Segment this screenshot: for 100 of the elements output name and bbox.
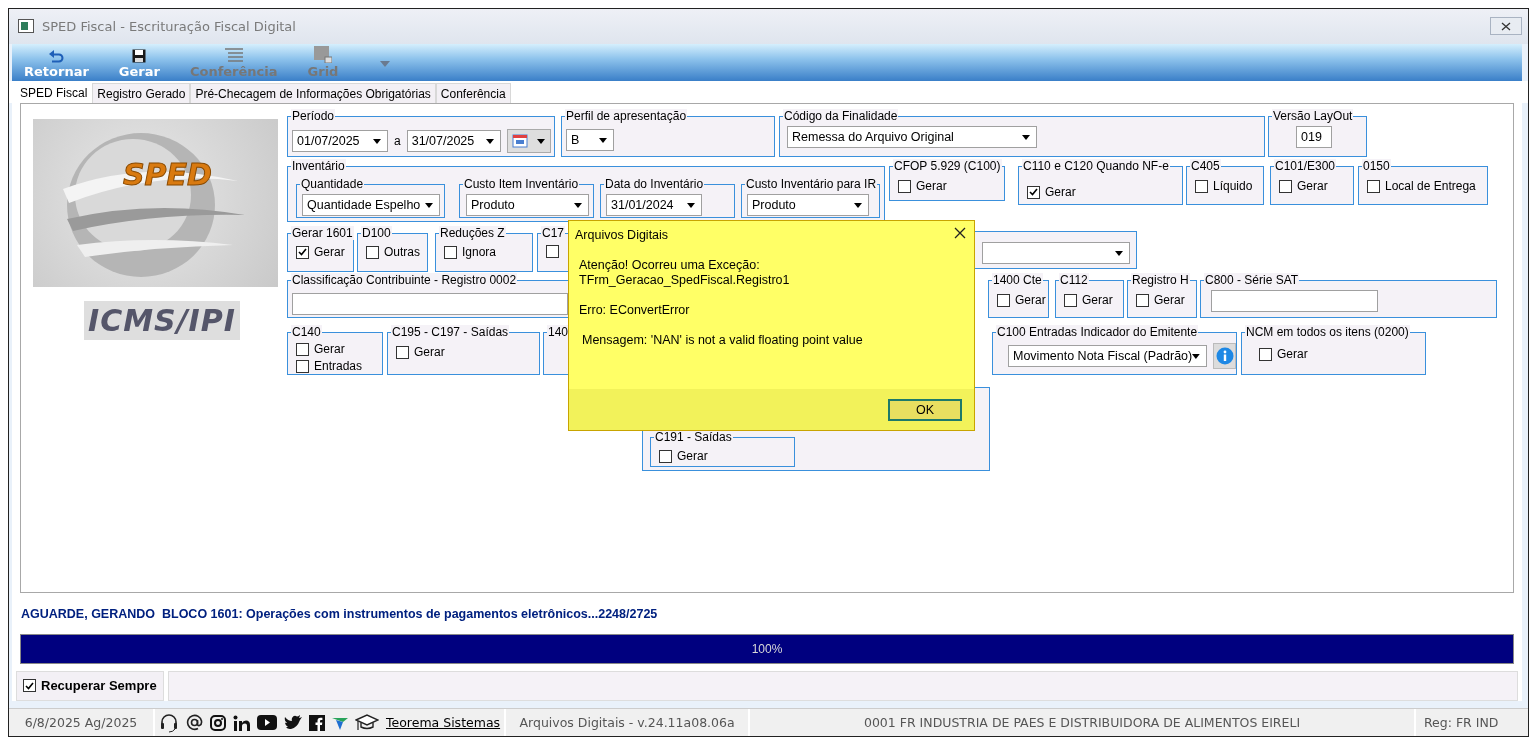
group-label: Registro H (1131, 273, 1190, 288)
caret-icon (1115, 250, 1123, 256)
checkbox-label[interactable]: Gerar (1082, 293, 1113, 308)
at-sign-icon[interactable] (186, 714, 203, 732)
checkbox-label[interactable]: Gerar (916, 179, 947, 194)
dropdown[interactable]: 31/01/2024 (606, 194, 702, 217)
caret-icon (537, 138, 546, 144)
checkbox[interactable] (1136, 293, 1149, 307)
graduation-cap-icon[interactable] (355, 712, 379, 733)
checkbox[interactable] (1027, 185, 1040, 199)
logo-caption: ICMS/IPI (84, 301, 240, 341)
camera-icon[interactable] (210, 714, 226, 731)
dropdown[interactable]: Quantidade Espelho (302, 194, 440, 217)
checkbox-label[interactable]: Gerar (677, 449, 708, 464)
bird-icon[interactable] (284, 715, 302, 731)
group-label: Classificação Contribuinte - Registro 0002 (291, 273, 518, 288)
checkbox[interactable] (1064, 293, 1077, 307)
social-icon[interactable] (309, 714, 325, 731)
group-label: Código da Finalidade (783, 109, 899, 124)
group-label: CFOP 5.929 (C100) (893, 159, 1002, 174)
checkbox[interactable] (296, 359, 309, 373)
logo-drawing: SPED (33, 119, 278, 288)
checkbox[interactable] (296, 342, 309, 356)
checkbox-label[interactable]: Gerar (1015, 293, 1046, 308)
progress-reading: 100% (751, 642, 783, 657)
list-icon (223, 47, 244, 64)
checkbox[interactable] (659, 449, 672, 463)
group-label: Gerar 1601 (291, 226, 354, 241)
app-version: Arquivos Digitais - v.24.11a08.06a (519, 715, 735, 731)
play-icon[interactable] (257, 715, 277, 731)
close-icon (1501, 21, 1511, 31)
window-title: SPED Fiscal - Escrituração Fiscal Digital (42, 18, 296, 34)
region-text: Reg: FR IND (1424, 715, 1499, 731)
checkbox[interactable] (396, 345, 409, 359)
caret-icon (485, 138, 494, 144)
checkbox-label[interactable]: Gerar (1277, 347, 1308, 362)
checkbox-label[interactable]: Local de Entrega (1385, 179, 1476, 194)
checkbox-label[interactable]: Gerar (414, 345, 445, 360)
checkbox-label[interactable]: Gerar (314, 342, 345, 357)
triangle-logo-icon[interactable] (332, 715, 348, 730)
dialog-message: Mensagem: 'NAN' is not a valid floating point value (581, 333, 864, 348)
dialog-message: Atenção! Ocorreu uma Exceção: (579, 258, 761, 273)
checkbox-label[interactable]: Gerar (1297, 179, 1328, 194)
undo-icon (48, 49, 65, 64)
tab[interactable]: Pré-Checagem de Informações Obrigatórias (190, 83, 436, 104)
checkbox-label[interactable]: Líquido (1213, 179, 1253, 194)
caret-icon (1192, 353, 1200, 359)
group-label: Reduções Z (439, 226, 506, 241)
checkbox-label[interactable]: Entradas (314, 359, 363, 374)
dropdown[interactable]: Produto (747, 194, 869, 217)
ok-button[interactable]: OK (888, 398, 962, 421)
checkbox[interactable] (546, 245, 559, 259)
label-text: a (394, 134, 401, 149)
caret-icon (574, 202, 582, 208)
dialog-title: Arquivos Digitais (575, 227, 669, 242)
text-field[interactable] (292, 293, 568, 316)
checkbox[interactable] (1259, 347, 1272, 361)
checkbox[interactable] (444, 245, 457, 259)
network-icon[interactable] (233, 714, 250, 731)
info-icon (1215, 347, 1234, 366)
text-field[interactable]: 019 (1296, 126, 1332, 149)
date-picker[interactable]: 01/07/2025 (292, 130, 388, 153)
checkbox-label[interactable]: Gerar (314, 245, 345, 260)
close-button[interactable] (1490, 17, 1522, 36)
company-name: 0001 FR INDUSTRIA DE PAES E DISTRIBUIDORA DE ALIMENTOS EIRELI (863, 715, 1301, 731)
caret-icon (1022, 134, 1030, 140)
dialog-message: Erro: EConvertError (579, 303, 691, 318)
date-picker[interactable]: 31/07/2025 (406, 130, 501, 153)
checkbox-label[interactable]: Ignora (462, 245, 497, 260)
dropdown[interactable]: B (566, 129, 614, 152)
group-label: Quantidade (300, 177, 365, 192)
tab[interactable]: Registro Gerado (92, 83, 191, 104)
checkbox-label[interactable]: Gerar (1154, 293, 1185, 308)
calendar-button[interactable] (506, 129, 551, 154)
checkbox-label[interactable]: Outras (384, 245, 420, 260)
checkbox[interactable] (997, 293, 1010, 307)
grid-icon (313, 46, 332, 64)
caret-icon (599, 137, 607, 143)
headset-icon[interactable] (159, 712, 179, 733)
tab[interactable]: Conferência (435, 83, 511, 104)
dropdown[interactable]: Produto (466, 194, 589, 217)
checkbox[interactable] (1367, 179, 1380, 193)
text-field[interactable] (1211, 290, 1378, 313)
window-icon (18, 19, 34, 34)
checkbox[interactable] (366, 245, 379, 259)
dropdown[interactable]: Movimento Nota Fiscal (Padrão) (1008, 345, 1207, 368)
checkbox[interactable] (23, 679, 36, 693)
checkbox-label[interactable]: Gerar (1045, 185, 1076, 200)
dropdown[interactable] (982, 242, 1130, 265)
checkbox[interactable] (1279, 179, 1292, 193)
checkbox[interactable] (898, 179, 911, 193)
caret-icon (687, 202, 695, 208)
caret-icon (373, 138, 381, 144)
calendar-icon (512, 134, 529, 149)
checkbox[interactable] (1195, 179, 1208, 193)
website-link[interactable]: Teorema Sistemas (386, 715, 501, 731)
close-icon (954, 227, 966, 239)
info-button[interactable] (1213, 343, 1236, 370)
checkbox[interactable] (296, 245, 309, 259)
dropdown[interactable]: Remessa do Arquivo Original (787, 126, 1037, 149)
